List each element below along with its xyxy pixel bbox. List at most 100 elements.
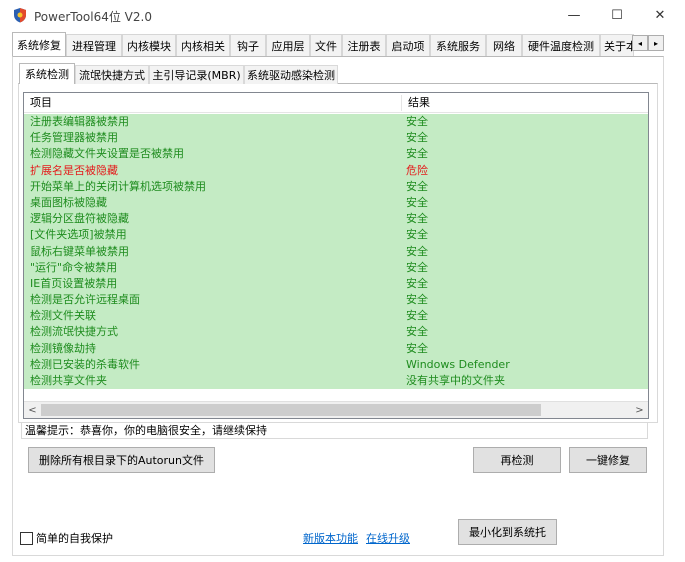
tab-label: 文件 <box>315 39 337 53</box>
row-result: 安全 <box>406 341 428 355</box>
new-features-link[interactable]: 新版本功能 <box>303 530 358 546</box>
one-click-fix-button[interactable]: 一键修复 <box>569 447 647 473</box>
row-result: 安全 <box>406 131 428 145</box>
row-result: 安全 <box>406 212 428 226</box>
minimize-button[interactable]: — <box>551 0 597 30</box>
maximize-icon: ☐ <box>611 7 623 23</box>
row-item: 检测隐藏文件夹设置是否被禁用 <box>30 147 184 161</box>
tab-label: 进程管理 <box>72 39 116 53</box>
tab-registry[interactable]: 注册表 <box>342 34 386 56</box>
self-protect-label: 简单的自我保护 <box>36 532 113 545</box>
row-item: 检测镜像劫持 <box>30 341 96 355</box>
check-results-list[interactable]: 项目 结果 注册表编辑器被禁用 安全 任务管理器被禁用 安全 检测隐藏文件夹设置是否被禁… <box>23 92 649 419</box>
arrow-left-icon: ◂ <box>637 38 642 48</box>
tab-label: 硬件温度检测 <box>528 39 594 53</box>
table-row[interactable]: 逻辑分区盘符被隐藏 安全 <box>24 211 648 228</box>
row-item: 检测流氓快捷方式 <box>30 325 118 339</box>
tab-network[interactable]: 网络 <box>486 34 522 56</box>
subtab-rogue-shortcuts[interactable]: 流氓快捷方式 <box>75 65 149 84</box>
delete-autorun-button[interactable]: 删除所有根目录下的Autorun文件 <box>28 447 215 473</box>
row-result: 安全 <box>406 115 428 128</box>
row-result: 安全 <box>406 309 428 323</box>
tab-label: 应用层 <box>271 39 305 53</box>
table-row[interactable]: [文件夹选项]被禁用 安全 <box>24 227 648 244</box>
tab-system-repair[interactable]: 系统修复 <box>12 32 66 56</box>
tab-about[interactable]: 关于本 <box>600 34 634 56</box>
row-result: 安全 <box>406 195 428 209</box>
table-row[interactable]: 桌面图标被隐藏 安全 <box>24 194 648 212</box>
subtab-driver-infection[interactable]: 系统驱动感染检测 <box>244 65 338 84</box>
row-item: "运行"命令被禁用 <box>30 260 118 274</box>
app-shield-icon <box>14 8 26 23</box>
tab-startup[interactable]: 启动项 <box>386 34 430 56</box>
online-upgrade-link[interactable]: 在线升级 <box>366 530 410 546</box>
table-row[interactable]: 扩展名是否被隐藏 危险 <box>24 162 648 179</box>
table-row[interactable]: 检测共享文件夹 没有共享中的文件夹 <box>24 373 648 390</box>
tab-label: 注册表 <box>347 39 381 53</box>
table-row[interactable]: 检测是否允许远程桌面 安全 <box>24 292 648 309</box>
row-result: 安全 <box>406 147 428 161</box>
window-title: PowerTool64位 V2.0 <box>34 10 152 24</box>
minimize-icon: — <box>567 7 581 23</box>
row-result: 安全 <box>406 244 428 258</box>
row-item: 开始菜单上的关闭计算机选项被禁用 <box>30 179 206 193</box>
maximize-button[interactable]: ☐ <box>594 0 640 30</box>
row-item: 扩展名是否被隐藏 <box>30 163 118 177</box>
row-result: 安全 <box>406 276 428 290</box>
tab-app-layer[interactable]: 应用层 <box>266 34 310 56</box>
row-result: 危险 <box>406 163 428 177</box>
subtab-label: 流氓快捷方式 <box>79 69 145 82</box>
tab-scroll-left-button[interactable]: ◂ <box>632 35 648 51</box>
table-row[interactable]: 检测已安装的杀毒软件 Windows Defender <box>24 356 648 373</box>
subtab-system-check[interactable]: 系统检测 <box>19 63 75 84</box>
row-item: 任务管理器被禁用 <box>30 131 118 145</box>
column-header-result[interactable]: 结果 <box>402 93 648 113</box>
self-protect-checkbox[interactable]: 简单的自我保护 <box>20 531 113 545</box>
row-item: 逻辑分区盘符被隐藏 <box>30 212 129 226</box>
table-row[interactable]: 任务管理器被禁用 安全 <box>24 130 648 147</box>
tab-system-services[interactable]: 系统服务 <box>430 34 486 56</box>
subtab-label: 系统驱动感染检测 <box>247 69 335 82</box>
table-row[interactable]: 检测文件关联 安全 <box>24 308 648 325</box>
row-item: 桌面图标被隐藏 <box>30 195 107 209</box>
tab-scroll-buttons: ◂ ▸ <box>632 35 664 51</box>
arrow-right-icon: ▸ <box>653 38 658 48</box>
scroll-right-icon[interactable]: > <box>631 402 648 418</box>
tab-label: 内核模块 <box>127 39 171 53</box>
tab-files[interactable]: 文件 <box>310 34 342 56</box>
table-row[interactable]: 检测流氓快捷方式 安全 <box>24 324 648 341</box>
tab-hooks[interactable]: 钩子 <box>230 34 266 56</box>
tab-kernel-related[interactable]: 内核相关 <box>176 34 230 56</box>
column-header-item[interactable]: 项目 <box>24 93 401 113</box>
table-row[interactable]: 注册表编辑器被禁用 安全 <box>24 114 648 131</box>
table-row[interactable]: 检测隐藏文件夹设置是否被禁用 安全 <box>24 146 648 163</box>
main-tab-strip: 系统修复 进程管理 内核模块 内核相关 钩子 应用层 文件 注册表 启动项 系统… <box>12 32 664 56</box>
tab-process-manager[interactable]: 进程管理 <box>66 34 122 56</box>
close-button[interactable]: ✕ <box>637 0 683 30</box>
tab-scroll-right-button[interactable]: ▸ <box>648 35 664 51</box>
list-header: 项目 结果 <box>24 93 648 113</box>
row-result: 安全 <box>406 228 428 242</box>
scroll-left-icon[interactable]: < <box>24 402 41 418</box>
horizontal-scrollbar[interactable]: < > <box>24 401 648 418</box>
subtab-mbr[interactable]: 主引导记录(MBR) <box>149 65 244 84</box>
table-row[interactable]: 检测镜像劫持 安全 <box>24 340 648 357</box>
table-row[interactable]: IE首页设置被禁用 安全 <box>24 275 648 293</box>
checkbox-box[interactable] <box>20 531 33 545</box>
scrollbar-thumb[interactable] <box>41 404 541 416</box>
row-item: [文件夹选项]被禁用 <box>30 228 127 242</box>
button-label: 一键修复 <box>586 454 630 467</box>
recheck-button[interactable]: 再检测 <box>473 447 561 473</box>
minimize-to-tray-button[interactable]: 最小化到系统托 <box>458 519 557 545</box>
list-rows: 注册表编辑器被禁用 安全 任务管理器被禁用 安全 检测隐藏文件夹设置是否被禁用 安全 扩展名… <box>24 114 648 390</box>
table-row[interactable]: 鼠标右键菜单被禁用 安全 <box>24 243 648 260</box>
tab-hardware-temperature[interactable]: 硬件温度检测 <box>522 34 600 56</box>
tab-label: 钩子 <box>237 39 259 53</box>
row-result: 安全 <box>406 179 428 193</box>
close-icon: ✕ <box>654 7 666 23</box>
tab-kernel-modules[interactable]: 内核模块 <box>122 34 176 56</box>
tab-label: 网络 <box>493 39 515 53</box>
table-row[interactable]: "运行"命令被禁用 安全 <box>24 259 648 276</box>
table-row[interactable]: 开始菜单上的关闭计算机选项被禁用 安全 <box>24 178 648 195</box>
row-result: 安全 <box>406 293 428 307</box>
